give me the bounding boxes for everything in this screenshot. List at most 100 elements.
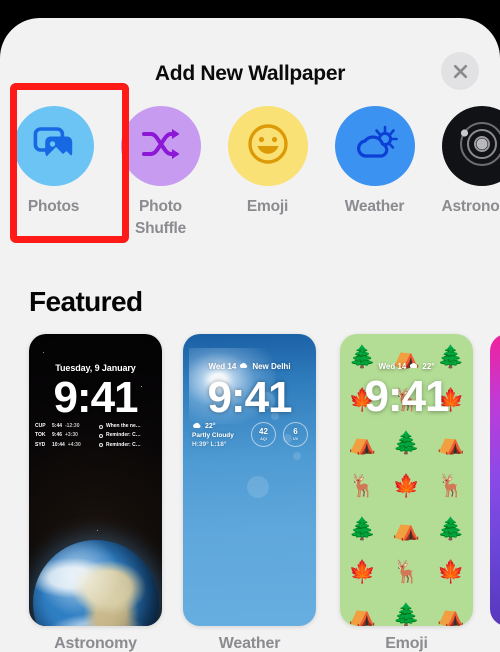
card-preview[interactable]: Tuesday, 9 January 9:41 CUP 5:44 -12:30 … <box>29 334 162 626</box>
weather-icon-circle <box>334 106 415 186</box>
emoji-tile: 🦌 <box>392 558 421 584</box>
reminder-row: Reminder: C… <box>99 431 156 440</box>
lock-time: 9:41 <box>364 372 449 421</box>
category-label: Astronomy <box>441 198 500 215</box>
shuffle-icon <box>140 127 182 166</box>
emoji-tile: 🌲 <box>348 515 376 541</box>
weather-cloud-sun-icon <box>351 123 399 170</box>
weather-widget: 22° Partly Cloudy H:39° L:18° <box>192 422 234 448</box>
cloud-icon <box>192 422 203 431</box>
emoji-tile: 🌲 <box>437 515 465 541</box>
lock-status-line: Wed 14 22° <box>340 362 473 371</box>
card-label: Emoji <box>385 635 428 652</box>
reminder-row: When the ne… <box>99 422 156 431</box>
category-astronomy[interactable]: Astronomy <box>428 106 500 218</box>
category-label: Emoji <box>246 198 289 215</box>
emoji-tile: 🦌 <box>437 472 465 498</box>
ring-unit: AQI <box>260 437 267 441</box>
reminders-widget: When the ne… Reminder: C… Reminder: C… <box>99 422 156 450</box>
circle-icon <box>99 443 103 448</box>
card-preview[interactable]: 🌲⛺🌲🍁🦌🍁⛺🌲⛺🦌🍁🦌🌲⛺🌲🍁🦌🍁⛺🌲⛺🦌🍁🦌 Wed 14 22° 9:41 <box>340 334 473 626</box>
reminder-text: Reminder: C… <box>106 441 141 448</box>
emoji-tile: ⛺ <box>437 429 465 455</box>
weather-high-low: H:39° L:18° <box>192 441 227 449</box>
lock-time: 9:41 <box>53 373 138 422</box>
lock-time: 9:41 <box>207 373 292 422</box>
category-photo-shuffle[interactable]: Photo Shuffle <box>107 106 214 241</box>
weather-temp: 22° <box>205 423 216 430</box>
lock-temp: 22° <box>422 362 435 371</box>
emoji-tile: ⛺ <box>392 515 421 541</box>
card-label: Weather <box>218 635 281 652</box>
clock-offset: -12:30 <box>65 423 80 429</box>
clock-row: TOK 9:46 +3:30 <box>35 431 92 440</box>
clock-time: 9:46 <box>52 432 63 439</box>
clock-time: 10:44 <box>52 441 65 448</box>
circle-icon <box>99 433 103 438</box>
card-label: Astronomy <box>54 635 137 652</box>
emoji-tile: ⛺ <box>437 601 465 626</box>
cloud-icon <box>239 362 249 371</box>
wallpaper-card-astronomy[interactable]: Tuesday, 9 January 9:41 CUP 5:44 -12:30 … <box>29 334 162 652</box>
smiley-icon <box>246 122 290 171</box>
ring-widgets: 42 AQI 6 UV <box>251 422 308 447</box>
close-icon <box>452 63 469 80</box>
featured-heading: Featured <box>29 286 143 317</box>
ring-value: 6 <box>293 427 298 436</box>
category-weather[interactable]: Weather <box>321 106 428 218</box>
emoji-tile: ⛺ <box>348 429 376 455</box>
wallpaper-card-weather[interactable]: Wed 14 New Delhi 9:41 22° Partly Cloudy … <box>183 334 316 652</box>
lock-date: Wed 14 <box>378 362 407 371</box>
category-emoji[interactable]: Emoji <box>214 106 321 218</box>
weather-temp-row: 22° <box>192 422 234 431</box>
photos-icon-circle <box>13 106 94 186</box>
cloud-icon <box>409 362 419 371</box>
wallpaper-category-list[interactable]: Photos Photo Shuffle Emoji Weather Astro… <box>0 106 500 256</box>
emoji-tile: 🍁 <box>437 558 465 584</box>
category-label: Photo Shuffle <box>134 198 187 238</box>
photos-icon <box>32 125 76 168</box>
lens-flare <box>293 452 301 460</box>
world-clock-widget: CUP 5:44 -12:30 TOK 9:46 +3:30 SYD 10:44… <box>35 422 92 450</box>
reminder-text: Reminder: C… <box>106 432 141 439</box>
reminder-row: Reminder: C… <box>99 441 156 450</box>
circle-icon <box>99 424 103 429</box>
clock-city: CUP <box>35 423 46 429</box>
orbit-icon <box>453 115 500 178</box>
uv-ring-widget: 6 UV <box>283 422 308 447</box>
ring-value: 42 <box>259 427 268 436</box>
emoji-tile: 🌲 <box>392 429 421 455</box>
emoji-tile: 🍁 <box>392 472 421 498</box>
category-label: Photos <box>27 198 80 215</box>
lock-date: Tuesday, 9 January <box>55 363 136 373</box>
reminder-text: When the ne… <box>106 423 141 429</box>
close-button[interactable] <box>441 52 479 90</box>
category-label: Weather <box>344 198 405 215</box>
emoji-tile: ⛺ <box>348 601 376 626</box>
featured-card-list[interactable]: Tuesday, 9 January 9:41 CUP 5:44 -12:30 … <box>0 334 500 652</box>
clock-city: SYD <box>35 441 46 448</box>
clock-city: TOK <box>35 432 46 439</box>
wallpaper-card-emoji[interactable]: 🌲⛺🌲🍁🦌🍁⛺🌲⛺🦌🍁🦌🌲⛺🌲🍁🦌🍁⛺🌲⛺🦌🍁🦌 Wed 14 22° 9:41… <box>340 334 473 652</box>
add-wallpaper-sheet: Add New Wallpaper Photos Photo Shuffle E… <box>0 18 500 652</box>
clock-offset: +3:30 <box>65 432 78 439</box>
shuffle-icon-circle <box>120 106 201 186</box>
lock-date: Wed 14 <box>208 362 237 371</box>
sheet-header: Add New Wallpaper <box>0 18 500 90</box>
clock-row: SYD 10:44 +4:30 <box>35 441 92 450</box>
emoji-tile: 🦌 <box>348 472 376 498</box>
page-title: Add New Wallpaper <box>154 62 346 85</box>
lock-status-line: Wed 14 New Delhi <box>183 362 316 371</box>
astronomy-icon-circle <box>441 106 500 186</box>
lock-widgets: CUP 5:44 -12:30 TOK 9:46 +3:30 SYD 10:44… <box>35 422 156 450</box>
lock-location: New Delhi <box>252 362 291 371</box>
card-preview[interactable]: Wed 14 New Delhi 9:41 22° Partly Cloudy … <box>183 334 316 626</box>
emoji-icon-circle <box>227 106 308 186</box>
wallpaper-card-next-partial[interactable] <box>490 334 500 626</box>
screen: Add New Wallpaper Photos Photo Shuffle E… <box>0 0 500 652</box>
weather-condition: Partly Cloudy <box>192 432 234 439</box>
clock-time: 5:44 <box>52 423 63 429</box>
category-photos[interactable]: Photos <box>0 106 107 218</box>
lens-flare <box>247 476 269 498</box>
emoji-tile: 🌲 <box>392 601 421 626</box>
